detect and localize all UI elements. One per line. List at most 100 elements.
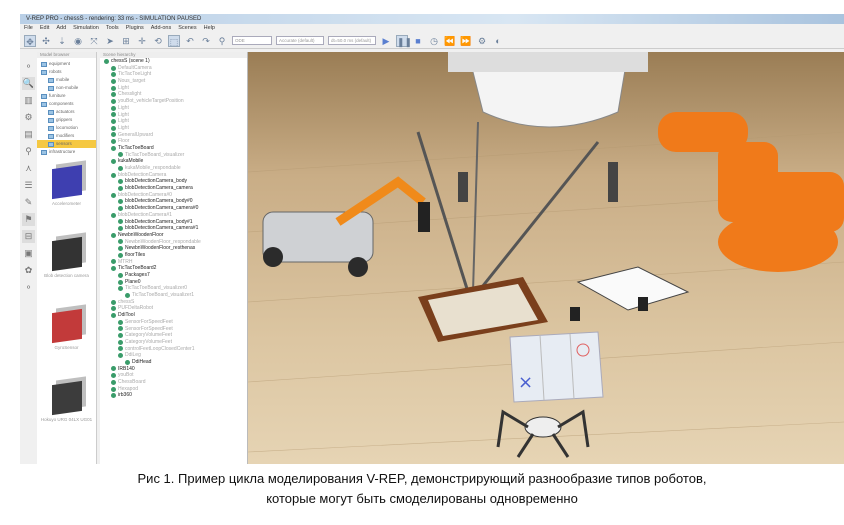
menu-tools[interactable]: Tools <box>106 24 119 33</box>
object-move-icon[interactable]: ✛ <box>136 35 148 47</box>
menu-scenes[interactable]: Scenes <box>178 24 196 33</box>
menu-add[interactable]: Add <box>56 24 66 33</box>
collection-icon[interactable]: ⚲ <box>22 145 35 158</box>
search-icon[interactable]: 🔍 <box>22 77 35 90</box>
pause-icon[interactable]: ❚❚ <box>396 34 412 47</box>
layers-icon[interactable]: ▣ <box>22 247 35 260</box>
hierarchy-item[interactable]: irb360 <box>100 392 247 399</box>
hierarchy-item[interactable]: NewbnWoodenFloor <box>100 232 247 239</box>
script-icon[interactable]: ☰ <box>22 179 35 192</box>
hierarchy-item[interactable]: GeneralUpward <box>100 132 247 139</box>
hierarchy-item[interactable]: Light <box>100 125 247 132</box>
hierarchy-item[interactable]: DdiTool <box>100 312 247 319</box>
model-thumbnail[interactable]: GyroSensor <box>37 294 96 366</box>
hierarchy-item[interactable]: TicTacToeBoard_visualizer <box>100 152 247 159</box>
hierarchy-item[interactable]: blobDetectionCamera_body <box>100 178 247 185</box>
model-folder[interactable]: non-mobile <box>37 84 96 92</box>
model-folder[interactable]: modifiers <box>37 132 96 140</box>
hierarchy-item[interactable]: controlFeetLoopClosedCenter1 <box>100 346 247 353</box>
model-thumbnail[interactable]: Accelerometer <box>37 150 96 222</box>
hierarchy-item[interactable]: youBot <box>100 372 247 379</box>
slower-icon[interactable]: ⏪ <box>444 35 456 47</box>
camera-rotate-icon[interactable]: ✣ <box>40 35 52 47</box>
hierarchy-item[interactable]: Floor <box>100 138 247 145</box>
hierarchy-item[interactable]: blobDetectionCamera_camera#0 <box>100 205 247 212</box>
hierarchy-item[interactable]: Light <box>100 85 247 92</box>
hierarchy-item[interactable]: chessS <box>100 299 247 306</box>
hierarchy-item[interactable]: TicTacToeLight <box>100 71 247 78</box>
model-browser-icon[interactable]: ⚑ <box>22 213 35 226</box>
model-folder[interactable]: locomotion <box>37 124 96 132</box>
hierarchy-item[interactable]: Light <box>100 105 247 112</box>
object-shift-icon[interactable]: ⊞ <box>120 35 132 47</box>
hierarchy-item[interactable]: blobDetectionCamera_camera#1 <box>100 225 247 232</box>
shape-edit-icon[interactable]: ✎ <box>22 196 35 209</box>
stop-icon[interactable]: ■ <box>412 35 424 47</box>
hierarchy-item[interactable]: TicTacToeBoard2 <box>100 265 247 272</box>
model-folder[interactable]: equipment <box>37 60 96 68</box>
hierarchy-item[interactable]: Hexapod <box>100 386 247 393</box>
menu-help[interactable]: Help <box>204 24 215 33</box>
faster-icon[interactable]: ⏩ <box>460 35 472 47</box>
hierarchy-item[interactable]: DdiHead <box>100 359 247 366</box>
hierarchy-item[interactable]: floorTiles <box>100 252 247 259</box>
engine-select[interactable]: ODE <box>232 36 272 45</box>
model-folder[interactable]: sensors <box>37 140 96 148</box>
hierarchy-item[interactable]: blobDetectionCamera <box>100 172 247 179</box>
undo-icon[interactable]: ↶ <box>184 35 196 47</box>
visualization-icon[interactable]: ◐ <box>492 35 504 47</box>
hierarchy-item[interactable]: DefaultCamera <box>100 65 247 72</box>
menu-file[interactable]: File <box>24 24 33 33</box>
hierarchy-item[interactable]: NewbnWoodenFloor_respondable <box>100 239 247 246</box>
model-folder[interactable]: components <box>37 100 96 108</box>
settings-icon[interactable]: ✿ <box>22 264 35 277</box>
model-folder[interactable]: mobile <box>37 76 96 84</box>
hierarchy-item[interactable]: TicTacToeBoard_visualizer1 <box>100 292 247 299</box>
timestep-select[interactable]: dt=50.0 ms (default) <box>328 36 376 45</box>
hierarchy-item[interactable]: SensorForSpeedFeet <box>100 326 247 333</box>
hierarchy-item[interactable]: IRB140 <box>100 366 247 373</box>
animation-icon[interactable]: ⚬ <box>22 60 35 73</box>
camera-angle-icon[interactable]: ◉ <box>72 35 84 47</box>
hierarchy-icon[interactable]: ⊟ <box>22 230 35 243</box>
model-folder[interactable]: furniture <box>37 92 96 100</box>
menu-simulation[interactable]: Simulation <box>73 24 99 33</box>
hierarchy-item[interactable]: TicTacToeBoard_visualizer0 <box>100 285 247 292</box>
hierarchy-item[interactable]: blobDetectionCamera_body#0 <box>100 198 247 205</box>
model-folder[interactable]: actuators <box>37 108 96 116</box>
hierarchy-item[interactable]: kukaMobile_respondable <box>100 165 247 172</box>
hierarchy-item[interactable]: blobDetectionCamera_body#1 <box>100 219 247 226</box>
hierarchy-item[interactable]: youBot_vehicleTargetPosition <box>100 98 247 105</box>
hierarchy-item[interactable]: Nous_target <box>100 78 247 85</box>
user-settings-icon[interactable]: ⚬ <box>22 281 35 294</box>
selection-icon[interactable]: ⬚ <box>168 34 180 47</box>
hierarchy-item[interactable]: Chesslight <box>100 91 247 98</box>
hierarchy-item[interactable]: PUFDeltaRobot <box>100 305 247 312</box>
click-select-icon[interactable]: ➤ <box>104 35 116 47</box>
camera-shift-icon[interactable]: ⇣ <box>56 35 68 47</box>
menu-edit[interactable]: Edit <box>40 24 49 33</box>
hierarchy-item[interactable]: TicTacToeBoard <box>100 145 247 152</box>
hierarchy-item[interactable]: CategoryVolumeFeet <box>100 339 247 346</box>
hierarchy-item[interactable]: NewbnWoodenFloor_resthenas <box>100 245 247 252</box>
hierarchy-item[interactable]: blobDetectionCamera#1 <box>100 212 247 219</box>
hierarchy-item[interactable]: blobDetectionCamera#0 <box>100 192 247 199</box>
calculation-icon[interactable]: ▤ <box>22 128 35 141</box>
hierarchy-item[interactable]: chessS (scene 1) <box>100 58 247 65</box>
model-thumbnail[interactable]: Blob detection camera <box>37 222 96 294</box>
graph-icon[interactable]: ▥ <box>22 94 35 107</box>
model-folder[interactable]: robots <box>37 68 96 76</box>
menu-add-ons[interactable]: Add-ons <box>151 24 172 33</box>
camera-pan-icon[interactable]: ✥ <box>24 34 36 47</box>
hierarchy-item[interactable]: Light <box>100 112 247 119</box>
model-folder[interactable]: grippers <box>37 116 96 124</box>
path-icon[interactable]: ⋏ <box>22 162 35 175</box>
realtime-icon[interactable]: ◷ <box>428 35 440 47</box>
hierarchy-item[interactable]: MTRH <box>100 259 247 266</box>
play-icon[interactable]: ▶ <box>380 35 392 47</box>
hierarchy-item[interactable]: DdiLeg <box>100 352 247 359</box>
hierarchy-item[interactable]: Plane0 <box>100 279 247 286</box>
thread-icon[interactable]: ⚙ <box>476 35 488 47</box>
redo-icon[interactable]: ↷ <box>200 35 212 47</box>
fit-view-icon[interactable]: ⤧ <box>88 35 100 47</box>
